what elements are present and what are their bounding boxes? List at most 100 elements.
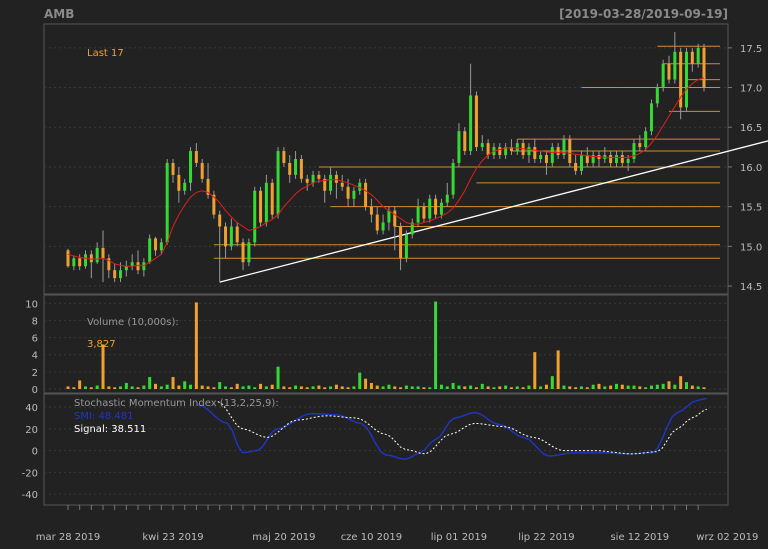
volume-bar (375, 385, 379, 389)
candle (148, 238, 152, 263)
x-tick-label: maj 20 2019 (252, 532, 315, 543)
volume-bar (194, 302, 198, 389)
volume-bar (259, 383, 263, 389)
volume-bar (614, 383, 618, 389)
volume-bar (568, 386, 572, 389)
candle (644, 131, 648, 148)
volume-bar (638, 386, 642, 389)
volume-bar (183, 381, 187, 389)
volume-bar (224, 386, 228, 389)
candle (393, 210, 397, 227)
volume-bar (404, 385, 408, 389)
x-tick-label: lip 01 2019 (431, 532, 487, 543)
volume-bar (626, 385, 630, 389)
smi-legend: SMI: 48.481 (74, 411, 133, 422)
candle (399, 226, 403, 259)
volume-bar (364, 378, 368, 389)
volume-bar (597, 383, 601, 389)
volume-bar (550, 376, 554, 389)
volume-bar (218, 382, 222, 389)
volume-bar (422, 387, 426, 389)
volume-bar (515, 386, 519, 389)
volume-tick-label: 0 (32, 385, 38, 396)
volume-bar (679, 376, 683, 389)
candle (218, 214, 222, 227)
candle (299, 159, 303, 179)
volume-bar (72, 387, 76, 389)
volume-bar (253, 387, 257, 389)
volume-bar (119, 386, 123, 389)
volume-bar (358, 372, 362, 389)
price-tick-label: 16.0 (740, 163, 762, 174)
candle (247, 242, 251, 263)
candle (101, 247, 105, 259)
volume-bar (177, 385, 181, 389)
candle (334, 174, 338, 183)
volume-bar (696, 386, 700, 389)
candle (253, 190, 257, 243)
volume-bar (574, 387, 578, 389)
candle (626, 159, 630, 163)
volume-bar (416, 386, 420, 389)
volume-bar (585, 387, 589, 389)
candle (474, 95, 478, 148)
volume-bar (434, 301, 438, 389)
candle (346, 186, 350, 199)
volume-bar (78, 380, 82, 389)
volume-bar (124, 383, 128, 389)
candle (638, 143, 642, 148)
volume-bar (212, 387, 216, 389)
candle (165, 162, 169, 243)
volume-bar (387, 384, 391, 389)
volume-bar (527, 385, 531, 389)
volume-bar (399, 387, 403, 389)
candle (224, 226, 228, 247)
volume-bar (667, 381, 671, 389)
candle (282, 151, 286, 163)
candle (66, 250, 70, 267)
candle (381, 222, 385, 231)
candle (183, 182, 187, 191)
candle (422, 206, 426, 219)
volume-bar (486, 386, 490, 389)
volume-bar (439, 384, 443, 389)
volume-bar (346, 387, 350, 389)
candle (498, 147, 502, 156)
candle (154, 238, 158, 251)
volume-bar (661, 383, 665, 389)
volume-bar (556, 350, 560, 389)
candle (259, 190, 263, 223)
candle (439, 202, 443, 215)
price-tick-label: 15.5 (740, 203, 762, 214)
candle (469, 95, 473, 152)
candle (235, 226, 239, 243)
volume-bar (649, 385, 653, 389)
volume-bar (206, 386, 210, 389)
volume-bar (340, 386, 344, 389)
price-panel: 17.5 17.0 16.5 16.0 15.5 15.0 14.5 (43, 23, 768, 295)
volume-bar (171, 377, 175, 389)
volume-bar (235, 383, 239, 389)
volume-bar (498, 386, 502, 389)
volume-bar (579, 386, 583, 389)
volume-bar (299, 386, 303, 389)
price-tick-label: 17.0 (740, 84, 762, 95)
candle (369, 206, 373, 215)
volume-bar (609, 385, 613, 389)
volume-bar (702, 387, 706, 389)
candle (539, 155, 543, 159)
volume-bar (474, 387, 478, 389)
smi-label: Stochastic Momentum Index (13,2,25,9): (74, 398, 279, 409)
volume-bar (189, 384, 193, 389)
volume-tick-label: 4 (32, 351, 38, 362)
candle (264, 182, 268, 223)
volume-bar (463, 386, 467, 389)
volume-bar (381, 386, 385, 389)
volume-bar (89, 387, 93, 389)
volume-bar (690, 385, 694, 389)
candle (136, 262, 140, 271)
candle (364, 182, 368, 207)
candle (556, 147, 560, 156)
price-frame (43, 23, 729, 295)
candle (317, 174, 321, 179)
